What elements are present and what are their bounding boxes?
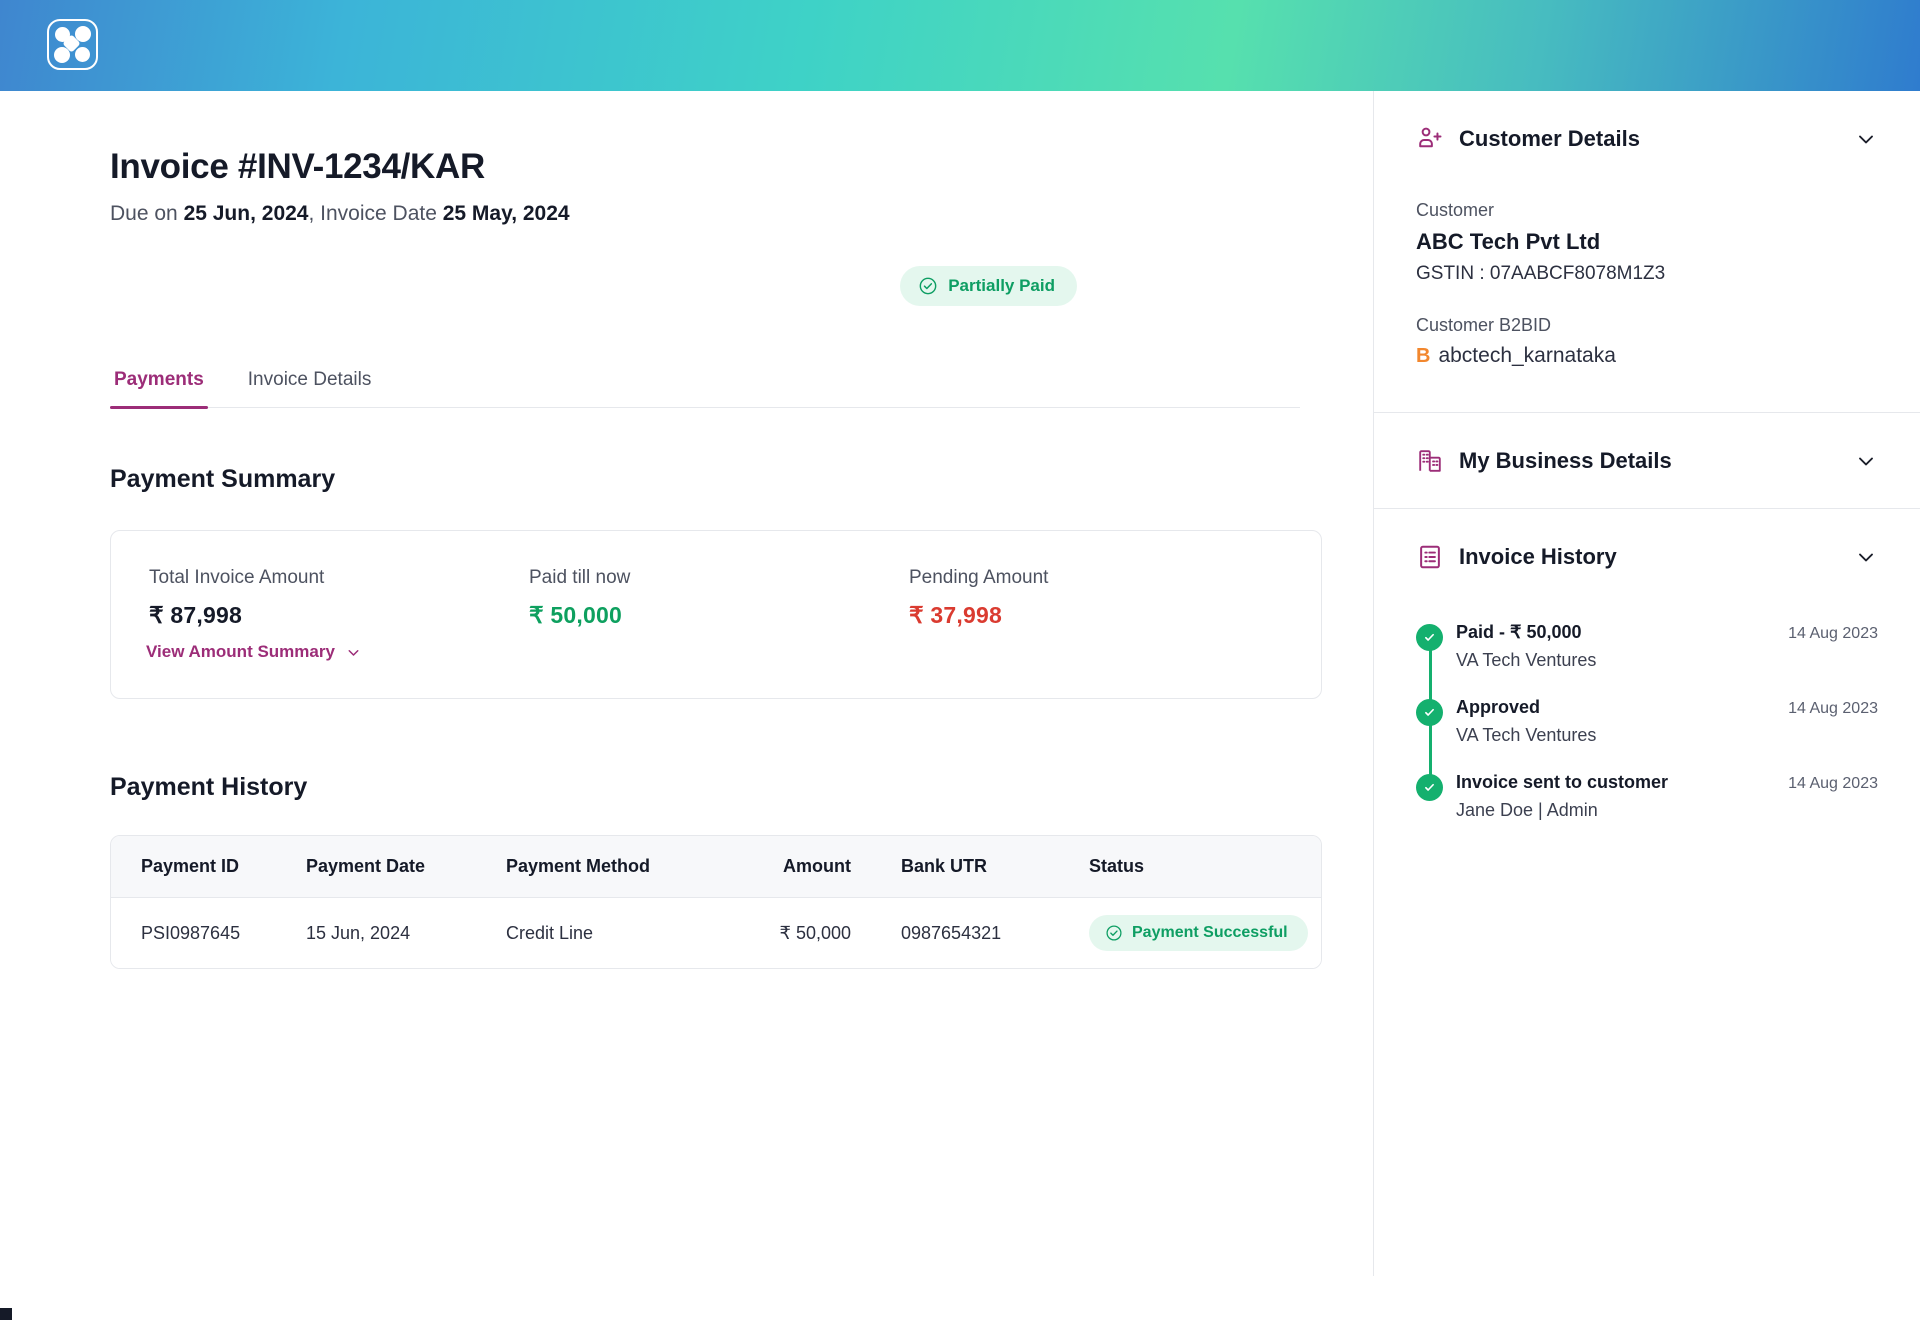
chevron-down-icon xyxy=(348,649,359,656)
cell-payment-method: Credit Line xyxy=(506,922,594,943)
panel-my-business-details-title: My Business Details xyxy=(1459,447,1672,473)
status-badge-label: Partially Paid xyxy=(948,276,1055,295)
summary-paid-value: ₹ 50,000 xyxy=(529,602,622,628)
timeline-item-date: 14 Aug 2023 xyxy=(1788,625,1878,642)
customer-b2bid-field: Customer B2BID B abctech_karnataka xyxy=(1416,315,1878,368)
customer-gstin: GSTIN : 07AABCF8078M1Z3 xyxy=(1416,263,1666,284)
timeline-item-date: 14 Aug 2023 xyxy=(1788,775,1878,792)
due-prefix: Due on xyxy=(110,202,184,225)
summary-pending-amount: Pending Amount ₹ 37,998 xyxy=(909,567,1289,698)
panel-customer-details-header[interactable]: Customer Details xyxy=(1416,91,1878,186)
document-list-icon xyxy=(1420,545,1440,568)
due-date: 25 Jun, 2024 xyxy=(183,202,309,225)
building-icon xyxy=(1419,449,1441,472)
invoice-header: Invoice #INV-1234/KAR Due on 25 Jun, 202… xyxy=(110,146,570,227)
tab-invoice-details[interactable]: Invoice Details xyxy=(244,369,376,407)
panel-customer-details-title: Customer Details xyxy=(1459,125,1640,151)
app-logo-icon[interactable] xyxy=(47,19,98,70)
panel-invoice-history-title: Invoice History xyxy=(1459,543,1617,569)
timeline-item-subtitle: VA Tech Ventures xyxy=(1456,725,1597,745)
check-circle-filled-icon xyxy=(1416,774,1443,801)
invoice-dates: Due on 25 Jun, 2024, Invoice Date 25 May… xyxy=(110,200,570,227)
timeline-item-title: Invoice sent to customer xyxy=(1456,772,1669,792)
timeline-item: Invoice sent to customer Jane Doe | Admi… xyxy=(1416,772,1878,821)
col-header-amount: Amount xyxy=(783,856,851,876)
col-header-payment-date: Payment Date xyxy=(306,856,426,876)
cell-amount: ₹ 50,000 xyxy=(779,922,851,943)
status-chip-payment-successful: Payment Successful xyxy=(1089,915,1308,951)
panel-invoice-history: Invoice History Paid - ₹ 50,000 VA Tech … xyxy=(1374,509,1920,821)
invoice-date: 25 May, 2024 xyxy=(442,202,570,225)
user-plus-icon xyxy=(1419,127,1442,147)
col-header-bank-utr: Bank UTR xyxy=(901,856,988,876)
table-row[interactable]: PSI0987645 15 Jun, 2024 Credit Line ₹ 50… xyxy=(111,898,1321,968)
logo-dot-bottom-left xyxy=(54,47,70,63)
cell-bank-utr: 0987654321 xyxy=(901,922,1002,943)
view-amount-summary-label: View Amount Summary xyxy=(146,642,335,661)
summary-paid-till-now: Paid till now ₹ 50,000 xyxy=(529,567,909,698)
customer-label: Customer xyxy=(1416,200,1495,220)
summary-paid-label: Paid till now xyxy=(529,567,631,588)
timeline-item-body: Paid - ₹ 50,000 VA Tech Ventures xyxy=(1456,622,1788,671)
timeline-item-subtitle: VA Tech Ventures xyxy=(1456,650,1597,670)
check-circle-icon xyxy=(919,277,937,295)
payment-history-title: Payment History xyxy=(110,773,308,801)
timeline-item-subtitle: Jane Doe | Admin xyxy=(1456,800,1598,820)
summary-total-invoice-amount: Total Invoice Amount ₹ 87,998 xyxy=(149,567,529,698)
col-header-payment-id: Payment ID xyxy=(141,856,240,876)
timeline-item-date: 14 Aug 2023 xyxy=(1788,700,1878,717)
cell-payment-id: PSI0987645 xyxy=(141,922,241,943)
panel-invoice-history-header[interactable]: Invoice History xyxy=(1416,509,1878,604)
app-header-bar xyxy=(0,0,1920,91)
check-circle-icon xyxy=(1106,925,1122,941)
timeline-item-title: Paid - ₹ 50,000 xyxy=(1456,622,1582,642)
summary-total-label: Total Invoice Amount xyxy=(149,567,325,588)
summary-pending-value: ₹ 37,998 xyxy=(909,602,1002,628)
panel-my-business-details-header[interactable]: My Business Details xyxy=(1416,413,1878,508)
check-circle-filled-icon xyxy=(1416,624,1443,651)
b2bid-label: Customer B2BID xyxy=(1416,315,1552,335)
invoice-detail-page: Invoice #INV-1234/KAR Due on 25 Jun, 202… xyxy=(0,0,1920,1320)
timeline-item-body: Invoice sent to customer Jane Doe | Admi… xyxy=(1456,772,1788,821)
summary-total-value: ₹ 87,998 xyxy=(149,602,242,628)
tab-bar: Payments Invoice Details xyxy=(110,369,1300,409)
b2bid-value: abctech_karnataka xyxy=(1438,344,1616,367)
timeline-item: Paid - ₹ 50,000 VA Tech Ventures 14 Aug … xyxy=(1416,622,1878,701)
logo-dot-bottom-right xyxy=(75,47,90,62)
payment-summary-card: Total Invoice Amount ₹ 87,998 Paid till … xyxy=(110,530,1322,699)
b2bid-value-row: B abctech_karnataka xyxy=(1416,344,1878,368)
chevron-down-icon[interactable] xyxy=(1854,127,1878,151)
check-circle-filled-icon xyxy=(1416,699,1443,726)
invoice-date-prefix: , Invoice Date xyxy=(308,202,443,225)
details-sidebar: Customer Details Customer ABC Tech Pvt L… xyxy=(1373,91,1920,1276)
col-header-payment-method: Payment Method xyxy=(506,856,651,876)
panel-customer-details: Customer Details Customer ABC Tech Pvt L… xyxy=(1374,91,1920,412)
payment-summary-title: Payment Summary xyxy=(110,465,336,493)
timeline-item: Approved VA Tech Ventures 14 Aug 2023 xyxy=(1416,697,1878,776)
payment-history-table: Payment ID Payment Date Payment Method A… xyxy=(110,835,1322,969)
cell-payment-date: 15 Jun, 2024 xyxy=(306,922,411,943)
chevron-down-icon[interactable] xyxy=(1854,449,1878,473)
summary-pending-label: Pending Amount xyxy=(909,567,1049,588)
table-header-row: Payment ID Payment Date Payment Method A… xyxy=(111,836,1321,898)
corner-marker xyxy=(0,1308,12,1320)
timeline-item-body: Approved VA Tech Ventures xyxy=(1456,697,1788,746)
timeline-item-title: Approved xyxy=(1456,697,1541,717)
invoice-history-timeline: Paid - ₹ 50,000 VA Tech Ventures 14 Aug … xyxy=(1416,604,1878,821)
view-amount-summary-link[interactable]: View Amount Summary xyxy=(146,642,362,662)
customer-name: ABC Tech Pvt Ltd xyxy=(1416,229,1601,254)
page-title: Invoice #INV-1234/KAR xyxy=(110,147,485,186)
main-content: Invoice #INV-1234/KAR Due on 25 Jun, 202… xyxy=(0,91,1372,1276)
tab-payments[interactable]: Payments xyxy=(110,369,208,409)
cell-status: Payment Successful xyxy=(1051,915,1321,951)
status-chip-label: Payment Successful xyxy=(1132,924,1288,941)
col-header-status: Status xyxy=(1089,856,1145,876)
chevron-down-icon[interactable] xyxy=(1854,545,1878,569)
b2b-badge-icon: B xyxy=(1416,345,1431,367)
panel-my-business-details: My Business Details xyxy=(1374,413,1920,508)
customer-field: Customer ABC Tech Pvt Ltd GSTIN : 07AABC… xyxy=(1416,200,1878,285)
status-badge: Partially Paid xyxy=(900,266,1077,306)
